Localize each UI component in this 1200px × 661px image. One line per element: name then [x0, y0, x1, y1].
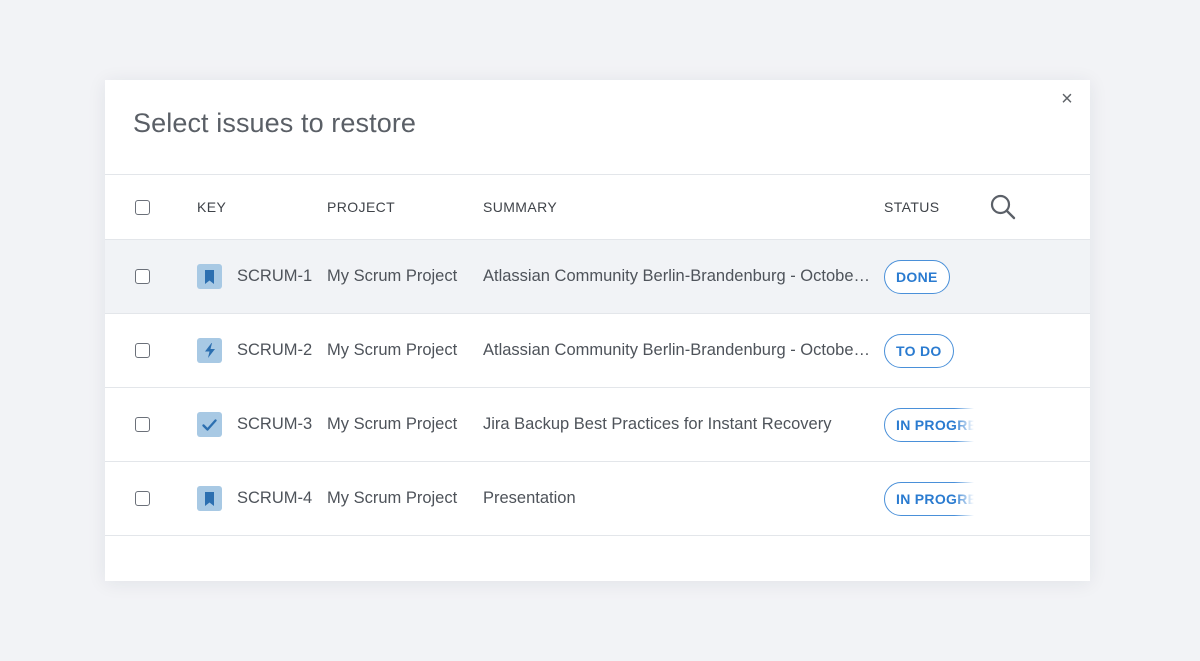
- status-clip: IN PROGRESS: [884, 407, 974, 442]
- issue-summary: Atlassian Community Berlin-Brandenburg -…: [483, 341, 871, 359]
- issue-key: SCRUM-2: [237, 341, 313, 359]
- issue-project: My Scrum Project: [327, 267, 458, 285]
- issue-summary-cell: Presentation: [483, 462, 871, 535]
- row-check-cell: [135, 462, 157, 535]
- issue-status-cell: TO DO: [884, 314, 974, 387]
- column-header-project[interactable]: PROJECT: [327, 175, 477, 239]
- status-badge: TO DO: [884, 333, 954, 368]
- select-all-checkbox[interactable]: [135, 199, 150, 215]
- issue-key: SCRUM-1: [237, 267, 313, 285]
- table-bottom-divider: [105, 535, 1090, 536]
- search-button[interactable]: [989, 175, 1029, 239]
- status-clip: TO DO: [884, 333, 974, 368]
- bookmark-icon: [197, 486, 222, 511]
- issue-status-cell: IN PROGRESS: [884, 388, 974, 461]
- dialog-title: Select issues to restore: [133, 108, 417, 138]
- close-icon[interactable]: ×: [1056, 88, 1078, 110]
- restore-dialog: × Select issues to restore KEY PROJECT S…: [105, 80, 1090, 581]
- issue-summary: Presentation: [483, 489, 576, 507]
- issue-project: My Scrum Project: [327, 415, 458, 433]
- issue-key-cell: SCRUM-1: [197, 240, 327, 313]
- row-check-cell: [135, 240, 157, 313]
- issue-key-cell: SCRUM-2: [197, 314, 327, 387]
- issue-summary-cell: Jira Backup Best Practices for Instant R…: [483, 388, 871, 461]
- issue-key-cell: SCRUM-4: [197, 462, 327, 535]
- select-all-cell: [135, 175, 157, 239]
- issue-project: My Scrum Project: [327, 341, 458, 359]
- table-row[interactable]: SCRUM-4 My Scrum Project Presentation IN…: [105, 461, 1090, 535]
- status-badge: IN PROGRESS: [884, 407, 974, 442]
- row-check-cell: [135, 314, 157, 387]
- issue-status-cell: DONE: [884, 240, 974, 313]
- lightning-icon: [197, 338, 222, 363]
- row-check-cell: [135, 388, 157, 461]
- row-checkbox[interactable]: [135, 417, 150, 432]
- column-header-status[interactable]: STATUS: [884, 175, 974, 239]
- issue-summary: Jira Backup Best Practices for Instant R…: [483, 415, 832, 433]
- bookmark-icon: [197, 264, 222, 289]
- issue-key: SCRUM-3: [237, 415, 313, 433]
- issue-summary-cell: Atlassian Community Berlin-Brandenburg -…: [483, 314, 871, 387]
- row-checkbox[interactable]: [135, 491, 150, 506]
- search-icon: [990, 194, 1016, 220]
- status-badge: DONE: [884, 259, 950, 294]
- status-clip: IN PROGRESS: [884, 481, 974, 516]
- checkmark-icon: [197, 412, 222, 437]
- column-header-summary[interactable]: SUMMARY: [483, 175, 871, 239]
- issue-key: SCRUM-4: [237, 489, 313, 507]
- issue-project: My Scrum Project: [327, 489, 458, 507]
- issue-key-cell: SCRUM-3: [197, 388, 327, 461]
- issue-summary: Atlassian Community Berlin-Brandenburg -…: [483, 267, 871, 285]
- column-header-key[interactable]: KEY: [197, 175, 327, 239]
- status-badge: IN PROGRESS: [884, 481, 974, 516]
- status-clip: DONE: [884, 259, 974, 294]
- row-checkbox[interactable]: [135, 269, 150, 284]
- issue-status-cell: IN PROGRESS: [884, 462, 974, 535]
- table-row[interactable]: SCRUM-1 My Scrum Project Atlassian Commu…: [105, 239, 1090, 313]
- issue-summary-cell: Atlassian Community Berlin-Brandenburg -…: [483, 240, 871, 313]
- row-checkbox[interactable]: [135, 343, 150, 358]
- issues-table: KEY PROJECT SUMMARY STATUS SCRUM-1 My Sc…: [105, 174, 1090, 536]
- table-header-row: KEY PROJECT SUMMARY STATUS: [105, 174, 1090, 239]
- table-row[interactable]: SCRUM-3 My Scrum Project Jira Backup Bes…: [105, 387, 1090, 461]
- table-row[interactable]: SCRUM-2 My Scrum Project Atlassian Commu…: [105, 313, 1090, 387]
